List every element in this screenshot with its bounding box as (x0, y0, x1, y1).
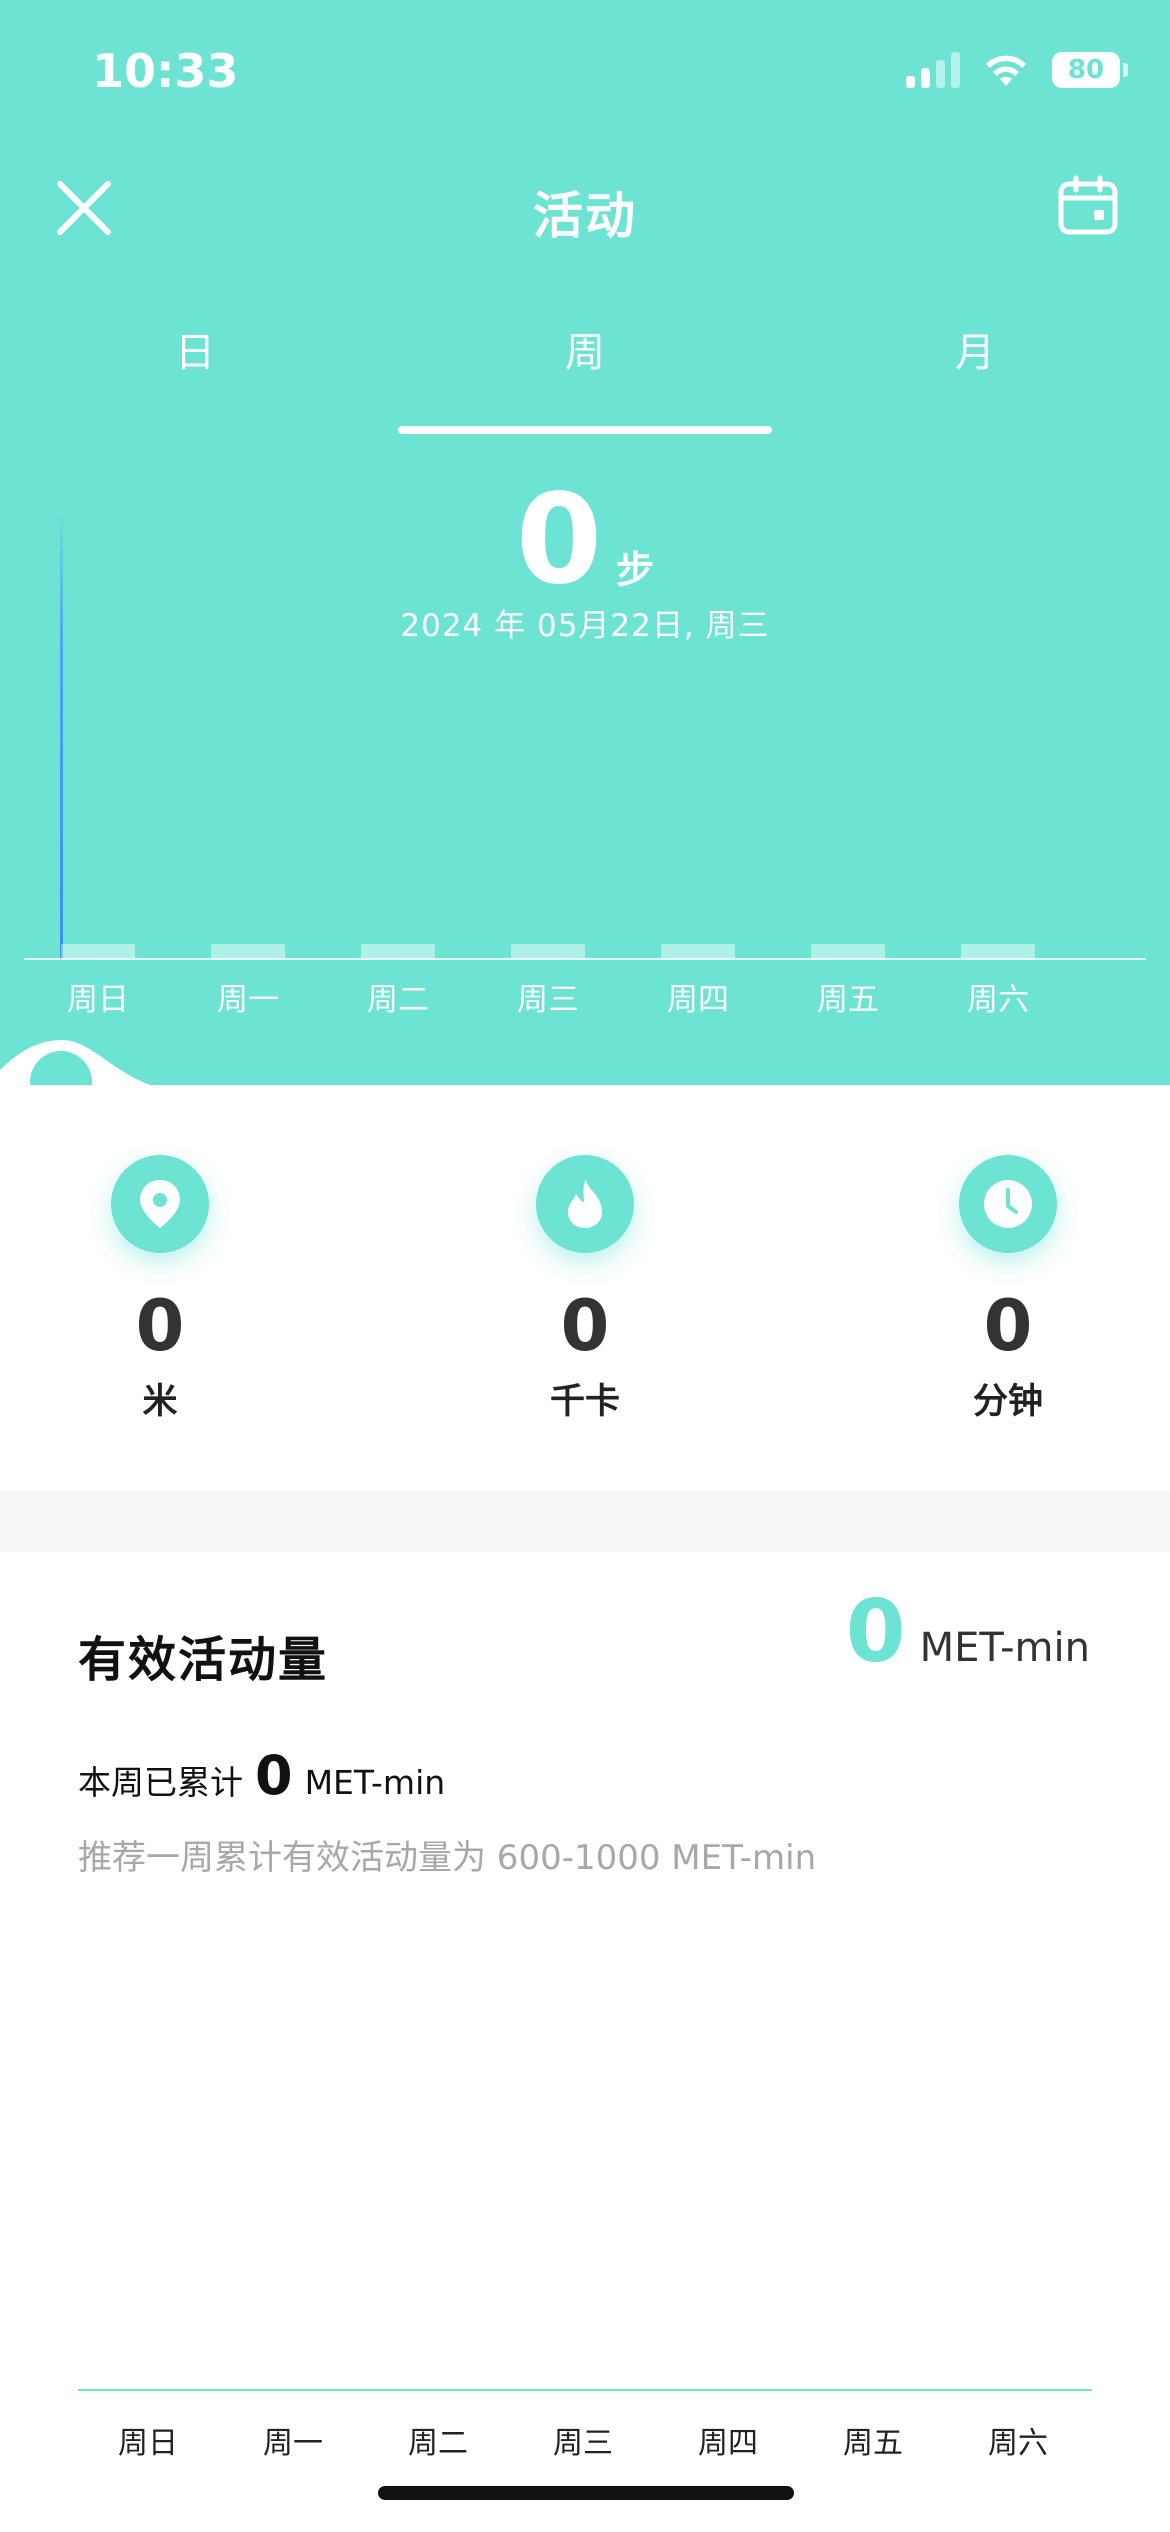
met-day-label: 周三 (553, 2426, 613, 2461)
met-recommendation: 推荐一周累计有效活动量为 600-1000 MET-min (78, 1838, 817, 1878)
distance-unit: 米 (142, 1382, 178, 1422)
met-chart-baseline (78, 2389, 1092, 2391)
chart-x-label: 周日 (67, 982, 129, 1018)
chart-scrubber-track (0, 1040, 1170, 1090)
stat-calories: 0 千卡 (465, 1155, 705, 1424)
met-total-value: 0 (845, 1582, 906, 1682)
stat-duration: 0 分钟 (888, 1155, 1128, 1424)
met-week-unit: MET-min (304, 1763, 446, 1802)
flame-icon (536, 1155, 634, 1253)
met-section: 有效活动量 0 MET-min 本周已累计 0 MET-min 推荐一周累计有效活动量… (0, 1552, 1170, 2532)
met-day-label: 周二 (408, 2426, 468, 2461)
clock-icon (959, 1155, 1057, 1253)
met-week-summary: 本周已累计 0 MET-min (78, 1744, 445, 1807)
chart-x-label: 周四 (667, 982, 729, 1018)
distance-value: 0 (135, 1285, 185, 1367)
met-total-unit: MET-min (919, 1625, 1090, 1671)
chart-bar[interactable] (361, 944, 435, 958)
duration-value: 0 (983, 1285, 1033, 1367)
met-week-value: 0 (255, 1744, 293, 1807)
chart-bar[interactable] (511, 944, 585, 958)
stat-distance: 0 米 (40, 1155, 280, 1424)
met-total: 0 MET-min (846, 1582, 1090, 1682)
chart-x-label: 周六 (967, 982, 1029, 1018)
duration-unit: 分钟 (972, 1382, 1043, 1422)
activity-stats: 0 米 0 千卡 0 分钟 (0, 1085, 1170, 1491)
met-day-label: 周一 (263, 2426, 323, 2461)
activity-header-panel: 10:33 80 活动 日 周 月 0步 2024 年 05月22日, 周三 周… (0, 0, 1170, 1113)
chart-x-label: 周一 (217, 982, 279, 1018)
section-divider (0, 1491, 1170, 1552)
home-indicator (378, 2486, 794, 2500)
met-day-label: 周六 (988, 2426, 1048, 2461)
met-day-label: 周五 (843, 2426, 903, 2461)
chart-x-label: 周二 (367, 982, 429, 1018)
chart-bar[interactable] (961, 944, 1035, 958)
met-day-label: 周四 (698, 2426, 758, 2461)
met-day-label: 周日 (118, 2426, 178, 2461)
chart-x-label: 周五 (817, 982, 879, 1018)
steps-bar-chart: 周日 周一 周二 周三 周四 周五 周六 (0, 0, 1170, 1085)
calories-value: 0 (560, 1285, 610, 1367)
calories-unit: 千卡 (549, 1382, 620, 1422)
chart-bar[interactable] (811, 944, 885, 958)
chart-bar[interactable] (61, 944, 135, 958)
met-week-label: 本周已累计 (78, 1763, 243, 1802)
met-title: 有效活动量 (78, 1632, 329, 1688)
location-icon (111, 1155, 209, 1253)
chart-x-label: 周三 (517, 982, 579, 1018)
chart-baseline (24, 958, 1146, 960)
chart-bar[interactable] (661, 944, 735, 958)
chart-bar[interactable] (211, 944, 285, 958)
